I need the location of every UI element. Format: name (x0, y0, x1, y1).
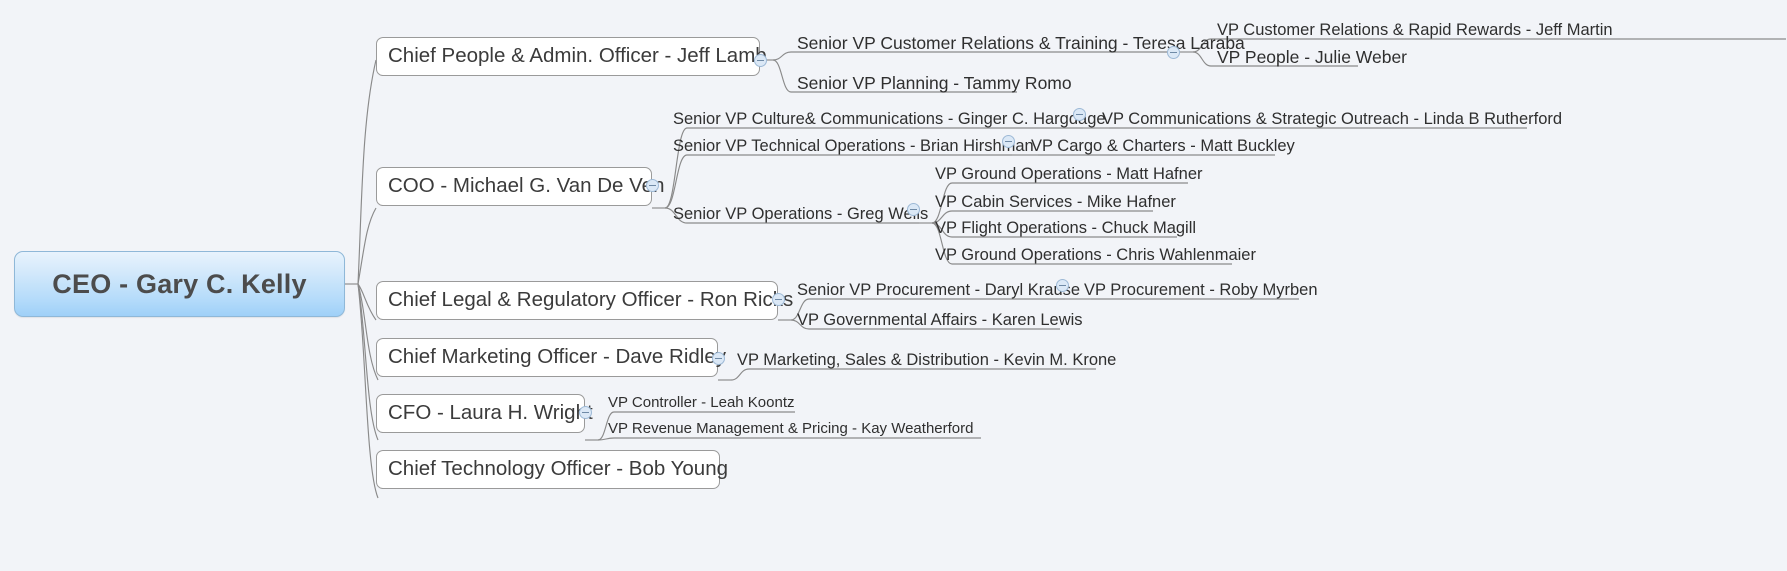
collapse-toggle-chief-marketing[interactable] (712, 352, 725, 365)
collapse-toggle-chief-people[interactable] (754, 54, 767, 67)
node-svp-operations[interactable]: Senior VP Operations - Greg Wells (667, 198, 928, 224)
minus-icon (582, 412, 589, 413)
node-cfo[interactable]: CFO - Laura H. Wright (376, 394, 593, 433)
node-svp-customer-relations-training[interactable]: Senior VP Customer Relations & Training … (791, 26, 1245, 53)
node-svp-procurement[interactable]: Senior VP Procurement - Daryl Krause (791, 274, 1080, 300)
node-label: VP Customer Relations & Rapid Rewards - … (1217, 20, 1613, 39)
minus-icon (1170, 52, 1177, 53)
node-vp-cabin-services[interactable]: VP Cabin Services - Mike Hafner (929, 186, 1176, 212)
node-label: Chief Technology Officer - Bob Young (388, 457, 729, 481)
collapse-toggle-svp-culture[interactable] (1073, 108, 1086, 121)
node-label: Senior VP Technical Operations - Brian H… (673, 136, 1034, 155)
collapse-toggle-cfo[interactable] (579, 406, 592, 419)
minus-icon (910, 209, 917, 210)
node-label: VP Procurement - Roby Myrben (1084, 280, 1318, 299)
minus-icon (775, 299, 782, 300)
collapse-toggle-chief-legal[interactable] (772, 293, 785, 306)
mindmap-canvas: CEO - Gary C. Kelly Chief People & Admin… (0, 0, 1787, 571)
node-svp-culture-communications[interactable]: Senior VP Culture& Communications - Ging… (667, 103, 1106, 129)
node-vp-cargo-charters[interactable]: VP Cargo & Charters - Matt Buckley (1025, 130, 1295, 156)
node-coo[interactable]: COO - Michael G. Van De Ven (376, 167, 664, 206)
node-label: VP Marketing, Sales & Distribution - Kev… (737, 350, 1117, 369)
node-label: VP Communications & Strategic Outreach -… (1102, 109, 1563, 128)
node-label: Senior VP Operations - Greg Wells (673, 204, 929, 223)
node-vp-customer-relations-rapid-rewards[interactable]: VP Customer Relations & Rapid Rewards - … (1211, 14, 1786, 40)
node-label: CFO - Laura H. Wright (388, 401, 593, 425)
node-vp-procurement[interactable]: VP Procurement - Roby Myrben (1078, 274, 1318, 300)
node-vp-flight-operations[interactable]: VP Flight Operations - Chuck Magill (929, 212, 1196, 238)
node-label: VP Cargo & Charters - Matt Buckley (1031, 136, 1295, 155)
node-label: VP Flight Operations - Chuck Magill (935, 218, 1197, 237)
node-label: Chief Marketing Officer - Dave Ridley (388, 345, 726, 369)
node-vp-controller[interactable]: VP Controller - Leah Koontz (602, 388, 795, 412)
collapse-toggle-svp-operations[interactable] (907, 203, 920, 216)
node-label: COO - Michael G. Van De Ven (388, 174, 665, 198)
node-vp-communications-strategic-outreach[interactable]: VP Communications & Strategic Outreach -… (1096, 103, 1562, 129)
node-vp-ground-operations-hafner[interactable]: VP Ground Operations - Matt Hafner (929, 158, 1203, 184)
collapse-toggle-svp-procurement[interactable] (1056, 279, 1069, 292)
node-label: Senior VP Culture& Communications - Ging… (673, 109, 1106, 128)
node-vp-governmental-affairs[interactable]: VP Governmental Affairs - Karen Lewis (791, 304, 1083, 330)
node-label: VP Controller - Leah Koontz (608, 394, 795, 412)
collapse-toggle-coo[interactable] (646, 179, 659, 192)
collapse-toggle-svp-technical-ops[interactable] (1002, 135, 1015, 148)
minus-icon (1005, 141, 1012, 142)
node-label: VP Ground Operations - Matt Hafner (935, 164, 1203, 183)
node-label: Chief People & Admin. Officer - Jeff Lam… (388, 44, 767, 68)
minus-icon (757, 60, 764, 61)
node-label: VP Governmental Affairs - Karen Lewis (797, 310, 1083, 329)
node-label: VP Revenue Management & Pricing - Kay We… (608, 420, 974, 438)
node-vp-revenue-management-pricing[interactable]: VP Revenue Management & Pricing - Kay We… (602, 414, 981, 438)
node-chief-legal-regulatory-officer[interactable]: Chief Legal & Regulatory Officer - Ron R… (376, 281, 793, 320)
node-label: VP Cabin Services - Mike Hafner (935, 192, 1176, 211)
node-label: Senior VP Procurement - Daryl Krause (797, 280, 1081, 299)
node-label: VP People - Julie Weber (1217, 46, 1408, 67)
node-label: VP Ground Operations - Chris Wahlenmaier (935, 245, 1256, 264)
node-vp-marketing-sales-distribution[interactable]: VP Marketing, Sales & Distribution - Kev… (731, 344, 1116, 370)
minus-icon (1059, 285, 1066, 286)
node-label: Chief Legal & Regulatory Officer - Ron R… (388, 288, 794, 312)
node-svp-technical-operations[interactable]: Senior VP Technical Operations - Brian H… (667, 130, 1034, 156)
node-vp-ground-operations-wahlenmaier[interactable]: VP Ground Operations - Chris Wahlenmaier (929, 239, 1256, 265)
node-chief-people-admin-officer[interactable]: Chief People & Admin. Officer - Jeff Lam… (376, 37, 767, 76)
minus-icon (715, 358, 722, 359)
root-node-ceo[interactable]: CEO - Gary C. Kelly (14, 251, 345, 317)
node-chief-marketing-officer[interactable]: Chief Marketing Officer - Dave Ridley (376, 338, 726, 377)
node-label: Senior VP Planning - Tammy Romo (797, 72, 1072, 93)
collapse-toggle-svp-customer-relations[interactable] (1167, 46, 1180, 59)
minus-icon (1076, 114, 1083, 115)
root-node-label: CEO - Gary C. Kelly (52, 268, 307, 299)
node-chief-technology-officer[interactable]: Chief Technology Officer - Bob Young (376, 450, 728, 489)
minus-icon (649, 185, 656, 186)
node-svp-planning[interactable]: Senior VP Planning - Tammy Romo (791, 66, 1072, 93)
node-vp-people[interactable]: VP People - Julie Weber (1211, 40, 1407, 67)
